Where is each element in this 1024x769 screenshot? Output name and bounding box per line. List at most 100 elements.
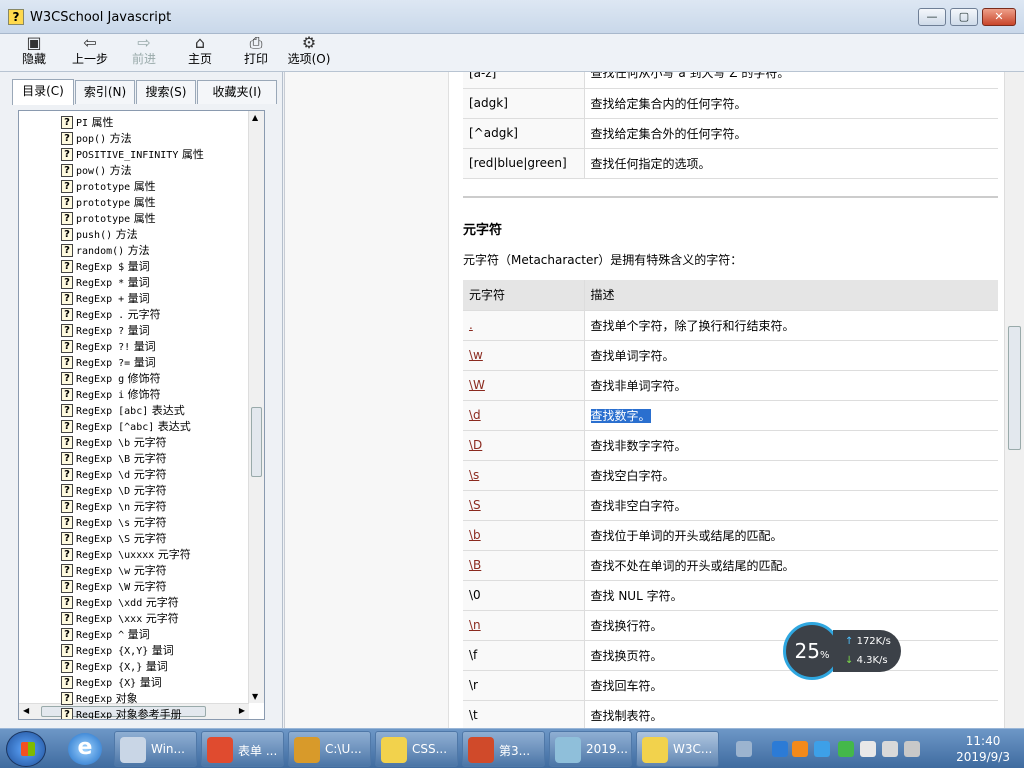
tree-item[interactable]: ? RegExp ^ 量词 (61, 627, 150, 643)
metachar-link[interactable]: \D (469, 438, 482, 452)
powerpoint-window-button[interactable]: 第3... (462, 731, 545, 767)
tree-item[interactable]: ? RegExp {X} 量词 (61, 675, 162, 691)
tree-item-label: 量词 (127, 292, 150, 305)
tree-item[interactable]: ? RegExp . 元字符 (61, 307, 161, 323)
tree-item[interactable]: ? random() 方法 (61, 243, 150, 259)
shield-icon[interactable] (814, 741, 830, 757)
tree-item[interactable]: ? RegExp \s 元字符 (61, 515, 167, 531)
tree-item[interactable]: ? RegExp ? 量词 (61, 323, 150, 339)
speaker-muted-icon[interactable] (882, 741, 898, 757)
tree-item[interactable]: ? RegExp i 修饰符 (61, 387, 161, 403)
tree-item[interactable]: ? RegExp \xdd 元字符 (61, 595, 179, 611)
tree-item[interactable]: ? pow() 方法 (61, 163, 132, 179)
maximize-button[interactable]: ▢ (950, 8, 978, 26)
metachar-link[interactable]: \S (469, 498, 481, 512)
explorer-window-button[interactable]: Win... (114, 731, 197, 767)
close-button[interactable]: ✕ (982, 8, 1016, 26)
metachar-link[interactable]: \B (469, 558, 481, 572)
metachar-link[interactable]: \d (469, 408, 481, 422)
tab-index[interactable]: 索引(N) (75, 80, 135, 104)
tree-item[interactable]: ? RegExp \n 元字符 (61, 499, 167, 515)
tree-item[interactable]: ? prototype 属性 (61, 179, 156, 195)
tree-item[interactable]: ? prototype 属性 (61, 195, 156, 211)
tree-item[interactable]: ? RegExp {X,Y} 量词 (61, 643, 174, 659)
forward-button[interactable]: ⇨ 前进 (124, 34, 164, 72)
tree-item[interactable]: ? RegExp 对象参考手册 (61, 707, 182, 719)
back-button[interactable]: ⇦ 上一步 (66, 34, 114, 72)
tree-item[interactable]: ? RegExp \xxx 元字符 (61, 611, 179, 627)
scroll-left-icon[interactable]: ◀ (23, 706, 29, 715)
sublime-window-button[interactable]: C:\U... (288, 731, 371, 767)
chrome-window-button[interactable]: 表单 ... (201, 731, 284, 767)
scroll-right-icon[interactable]: ▶ (239, 706, 245, 715)
metachar-link[interactable]: \b (469, 528, 481, 542)
w3c-help-window-button[interactable]: W3C... (636, 731, 719, 767)
tree-item-label: 对象 (115, 692, 138, 705)
cloud-icon[interactable] (860, 741, 876, 757)
description-cell: 查找非单词字符。 (584, 370, 998, 401)
content-vertical-scrollbar[interactable] (1004, 72, 1024, 728)
scroll-down-icon[interactable]: ▼ (252, 692, 258, 701)
tree-item[interactable]: ? RegExp {X,} 量词 (61, 659, 168, 675)
tree-item[interactable]: ? RegExp ?! 量词 (61, 339, 156, 355)
scroll-up-icon[interactable]: ▲ (252, 113, 258, 122)
metachar-link[interactable]: \s (469, 468, 479, 482)
tree-item[interactable]: ? RegExp \w 元字符 (61, 563, 167, 579)
tree-item[interactable]: ? RegExp \D 元字符 (61, 483, 167, 499)
tree-item[interactable]: ? RegExp [abc] 表达式 (61, 403, 185, 419)
hide-button[interactable]: ▣ 隐藏 (14, 34, 54, 72)
description-text: 查找位于单词的开头或结尾的匹配。 (590, 528, 783, 543)
flag-icon[interactable] (904, 741, 920, 757)
tree-item[interactable]: ? RegExp \b 元字符 (61, 435, 167, 451)
tree-scroll-thumb[interactable] (251, 407, 262, 477)
tree-item[interactable]: ? RegExp + 量词 (61, 291, 150, 307)
tab-search[interactable]: 搜索(S) (136, 80, 196, 104)
minimize-button[interactable]: — (918, 8, 946, 26)
tree-item[interactable]: ? RegExp \d 元字符 (61, 467, 167, 483)
notepad-window-button[interactable]: 2019... (549, 731, 632, 767)
tab-contents[interactable]: 目录(C) (12, 79, 74, 105)
tree-item[interactable]: ? RegExp ?= 量词 (61, 355, 156, 371)
tree-item[interactable]: ? pop() 方法 (61, 131, 132, 147)
tree-item[interactable]: ? push() 方法 (61, 227, 138, 243)
clock[interactable]: 11:40 2019/9/3 (956, 733, 1010, 765)
network-icon[interactable] (772, 741, 788, 757)
network-speed-widget[interactable]: 25% ↑ 172K/s ↓ 4.3K/s (783, 622, 901, 680)
keyboard-icon[interactable] (736, 741, 752, 757)
tree-vertical-scrollbar[interactable]: ▲ ▼ (248, 111, 264, 703)
metachar-link[interactable]: \n (469, 618, 481, 632)
security-app-icon[interactable] (792, 741, 808, 757)
start-button[interactable] (6, 731, 46, 767)
page-left-margin (285, 72, 449, 728)
internet-explorer-icon[interactable]: e (68, 733, 102, 765)
tree-item[interactable]: ? RegExp \uxxxx 元字符 (61, 547, 191, 563)
tree-item[interactable]: ? RegExp \S 元字符 (61, 531, 167, 547)
options-button[interactable]: ⚙ 选项(O) (284, 34, 334, 72)
description-cell: 查找非数字字符。 (584, 430, 998, 461)
tree-item[interactable]: ? RegExp 对象 (61, 691, 138, 707)
metachar-link[interactable]: \W (469, 378, 485, 392)
tree-item[interactable]: ? RegExp $ 量词 (61, 259, 150, 275)
description-cell: 查找 NUL 字符。 (584, 580, 998, 611)
tree-item[interactable]: ? RegExp * 量词 (61, 275, 150, 291)
help-topic-icon: ? (61, 148, 73, 161)
metachar-cell: \b (463, 520, 585, 551)
content-scroll-thumb[interactable] (1008, 326, 1021, 450)
tree-item-code: RegExp \w (76, 566, 131, 577)
tree-item[interactable]: ? RegExp [^abc] 表达式 (61, 419, 191, 435)
css-help-window-button[interactable]: CSS... (375, 731, 458, 767)
metachar-link[interactable]: . (469, 318, 473, 332)
tree-item[interactable]: ? PI 属性 (61, 115, 114, 131)
tree-item[interactable]: ? RegExp \B 元字符 (61, 451, 167, 467)
metachar-link[interactable]: \w (469, 348, 483, 362)
description-text: 查找不处在单词的开头或结尾的匹配。 (590, 558, 795, 573)
tree-item[interactable]: ? RegExp g 修饰符 (61, 371, 161, 387)
table-row: \r 查找回车符。 (463, 670, 998, 701)
check-icon[interactable] (838, 741, 854, 757)
tree-item[interactable]: ? prototype 属性 (61, 211, 156, 227)
tab-favorites[interactable]: 收藏夹(I) (197, 80, 277, 104)
tree-item[interactable]: ? POSITIVE_INFINITY 属性 (61, 147, 204, 163)
home-button[interactable]: ⌂ 主页 (180, 34, 220, 72)
print-button[interactable]: ⎙ 打印 (236, 34, 276, 72)
tree-item[interactable]: ? RegExp \W 元字符 (61, 579, 167, 595)
